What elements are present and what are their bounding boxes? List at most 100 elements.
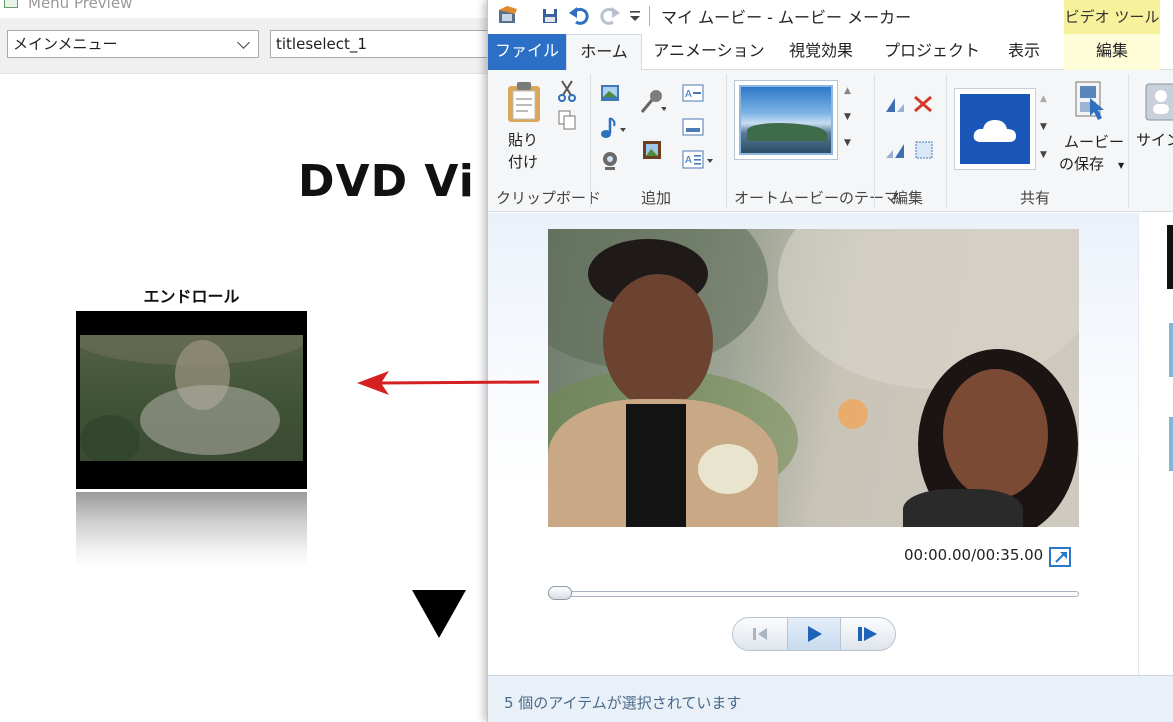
title-select[interactable]: titleselect_1	[270, 30, 500, 58]
movie-maker-window: マイ ムービー - ムービー メーカー ビデオ ツール ファイル ホーム アニメ…	[487, 0, 1173, 722]
group-label-editing: 編集	[893, 189, 924, 207]
menu-preview-titlebar: Menu Preview	[0, 0, 490, 18]
menu-select[interactable]: メインメニュー	[7, 30, 259, 58]
onedrive-tile[interactable]	[960, 94, 1030, 164]
next-frame-button[interactable]	[841, 618, 895, 650]
sign-in-label[interactable]: サイン	[1136, 129, 1173, 150]
tab-project[interactable]: プロジェクト	[878, 34, 986, 70]
paste-icon[interactable]	[506, 80, 544, 124]
tab-file[interactable]: ファイル	[488, 34, 566, 70]
share-gallery[interactable]	[954, 88, 1036, 170]
redo-icon[interactable]	[599, 5, 621, 25]
menu-select-value: メインメニュー	[13, 35, 118, 53]
window-title: マイ ムービー - ムービー メーカー	[661, 8, 912, 27]
quick-access-customize-icon[interactable]	[629, 9, 641, 23]
seek-handle[interactable]	[548, 586, 572, 600]
snapshot-icon[interactable]	[642, 140, 662, 160]
storyboard-pane	[1138, 213, 1173, 675]
expand-preview-icon[interactable]	[1049, 547, 1071, 567]
status-text: 5 個のアイテムが選択されています	[504, 694, 742, 712]
save-movie-icon[interactable]	[1072, 80, 1106, 122]
tab-home[interactable]: ホーム	[566, 34, 642, 70]
tab-view[interactable]: 表示	[998, 34, 1050, 70]
save-movie-label-1: ムービー	[1064, 133, 1125, 151]
title-select-value: titleselect_1	[276, 35, 367, 53]
tab-animation[interactable]: アニメーション	[648, 34, 770, 70]
next-frame-icon	[858, 627, 877, 641]
save-movie-label-2[interactable]: の保存	[1059, 153, 1104, 174]
theme-thumbnail[interactable]	[739, 85, 833, 155]
thumbnail-reflection	[76, 492, 307, 567]
storyboard-clip[interactable]	[1167, 225, 1173, 289]
arrow-down-icon[interactable]	[412, 590, 466, 638]
group-label-add: 追加	[641, 189, 672, 207]
gallery-down-icon[interactable]: ▼	[844, 112, 851, 122]
preview-pane: 00:00.00/00:35.00	[488, 213, 1138, 675]
group-separator	[874, 74, 875, 208]
play-button[interactable]	[787, 618, 841, 650]
save-icon[interactable]	[542, 8, 558, 24]
remove-icon[interactable]	[912, 94, 934, 114]
copy-icon[interactable]	[558, 110, 576, 130]
paste-label-1: 貼り	[508, 131, 539, 149]
ribbon-tab-bar: ファイル ホーム アニメーション 視覚効果 プロジェクト 表示 編集	[488, 34, 1173, 70]
storyboard-clip[interactable]	[1169, 417, 1173, 471]
share-more-icon[interactable]: ▼	[1040, 150, 1047, 160]
menu-preview-window: Menu Preview メインメニュー titleselect_1 DVD V…	[0, 0, 500, 722]
group-label-share: 共有	[1020, 189, 1051, 207]
storyboard-clip[interactable]	[1169, 323, 1173, 377]
movie-maker-app-icon	[499, 6, 517, 23]
gallery-scroll[interactable]: ▲ ▼ ▼	[840, 80, 856, 160]
window-title: Menu Preview	[28, 0, 133, 12]
chapter-thumbnail[interactable]	[76, 311, 307, 489]
select-all-icon[interactable]	[914, 140, 934, 160]
add-credits-icon[interactable]: A	[682, 150, 714, 170]
cut-icon[interactable]	[558, 80, 576, 102]
add-caption-icon[interactable]	[682, 118, 704, 136]
video-preview[interactable]	[548, 229, 1079, 527]
tab-edit[interactable]: 編集	[1064, 34, 1160, 70]
group-separator	[726, 74, 727, 208]
tab-visual-effects[interactable]: 視覚効果	[778, 34, 864, 70]
time-readout: 00:00.00/00:35.00	[904, 546, 1044, 564]
dvd-menu-title: DVD Vi	[298, 156, 475, 207]
ribbon-home: 貼り 付け クリップボード A A 追加 ▲ ▼ ▼ オートムービーのテーマ 編…	[488, 70, 1173, 212]
theme-thumbnail-hill	[747, 123, 827, 141]
svg-text:A: A	[685, 155, 692, 166]
previous-frame-icon	[753, 628, 767, 640]
chapter-caption: エンドロール	[143, 287, 240, 306]
rotate-right-icon[interactable]	[884, 140, 906, 160]
share-up-icon[interactable]: ▲	[1040, 94, 1047, 104]
previous-frame-button[interactable]	[733, 618, 787, 650]
chevron-down-icon	[237, 36, 250, 49]
status-bar: 5 個のアイテムが選択されています	[488, 675, 1173, 722]
thumbnail-image	[80, 335, 303, 461]
sign-in-icon[interactable]	[1144, 82, 1173, 122]
gallery-more-icon[interactable]: ▼	[844, 138, 851, 148]
add-title-icon[interactable]: A	[682, 84, 704, 102]
share-down-icon[interactable]: ▼	[1040, 122, 1047, 132]
rotate-left-icon[interactable]	[884, 94, 906, 114]
onedrive-cloud-icon	[973, 120, 1016, 142]
playback-controls	[732, 617, 896, 651]
seek-bar[interactable]	[548, 591, 1079, 597]
group-separator	[590, 74, 591, 208]
paste-label-2: 付け	[508, 153, 539, 171]
add-music-icon[interactable]	[600, 116, 626, 140]
add-photos-icon[interactable]	[600, 84, 620, 102]
titlebar-separator	[649, 6, 650, 26]
save-movie-dropdown-icon[interactable]: ▼	[1118, 161, 1124, 170]
group-label-clipboard: クリップボード	[496, 189, 602, 207]
group-separator	[946, 74, 947, 208]
narration-icon[interactable]	[638, 88, 666, 116]
group-separator	[1128, 74, 1129, 208]
webcam-icon[interactable]	[600, 150, 620, 172]
annotation-arrow	[357, 371, 540, 395]
svg-text:A: A	[685, 89, 692, 100]
app-icon	[4, 0, 18, 8]
share-gallery-scroll[interactable]: ▲ ▼ ▼	[1038, 88, 1052, 170]
undo-icon[interactable]	[568, 5, 590, 25]
play-icon	[808, 626, 822, 642]
automovie-theme-gallery[interactable]	[734, 80, 838, 160]
gallery-up-icon[interactable]: ▲	[844, 86, 851, 96]
